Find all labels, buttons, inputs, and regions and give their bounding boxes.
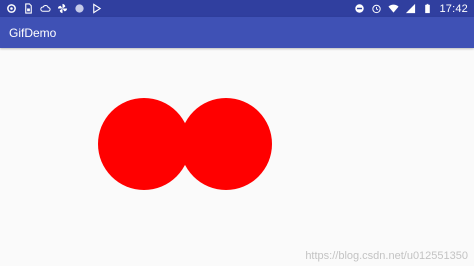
app-title: GifDemo bbox=[9, 25, 57, 40]
alarm-icon bbox=[371, 3, 382, 14]
left-red-circle bbox=[98, 98, 190, 190]
watermark: https://blog.csdn.net/u012551350 bbox=[305, 250, 468, 262]
do-not-disturb-icon bbox=[354, 3, 365, 14]
system-icons: 17:42 bbox=[354, 3, 468, 15]
battery-icon bbox=[422, 3, 433, 14]
play-store-icon bbox=[91, 3, 102, 14]
pinwheel-icon bbox=[57, 3, 68, 14]
cloud-icon bbox=[40, 3, 51, 14]
sim-card-icon bbox=[23, 3, 34, 14]
gif-view bbox=[0, 48, 474, 266]
circle-icon bbox=[74, 3, 85, 14]
gif-canvas bbox=[98, 98, 272, 190]
clock-time: 17:42 bbox=[439, 2, 468, 15]
status-bar: 17:42 bbox=[0, 0, 474, 17]
wifi-icon bbox=[388, 3, 400, 14]
sync-icon bbox=[6, 3, 17, 14]
notification-icons bbox=[6, 3, 102, 14]
app-bar: GifDemo bbox=[0, 17, 474, 48]
right-red-circle bbox=[180, 98, 272, 190]
signal-icon bbox=[405, 3, 416, 14]
